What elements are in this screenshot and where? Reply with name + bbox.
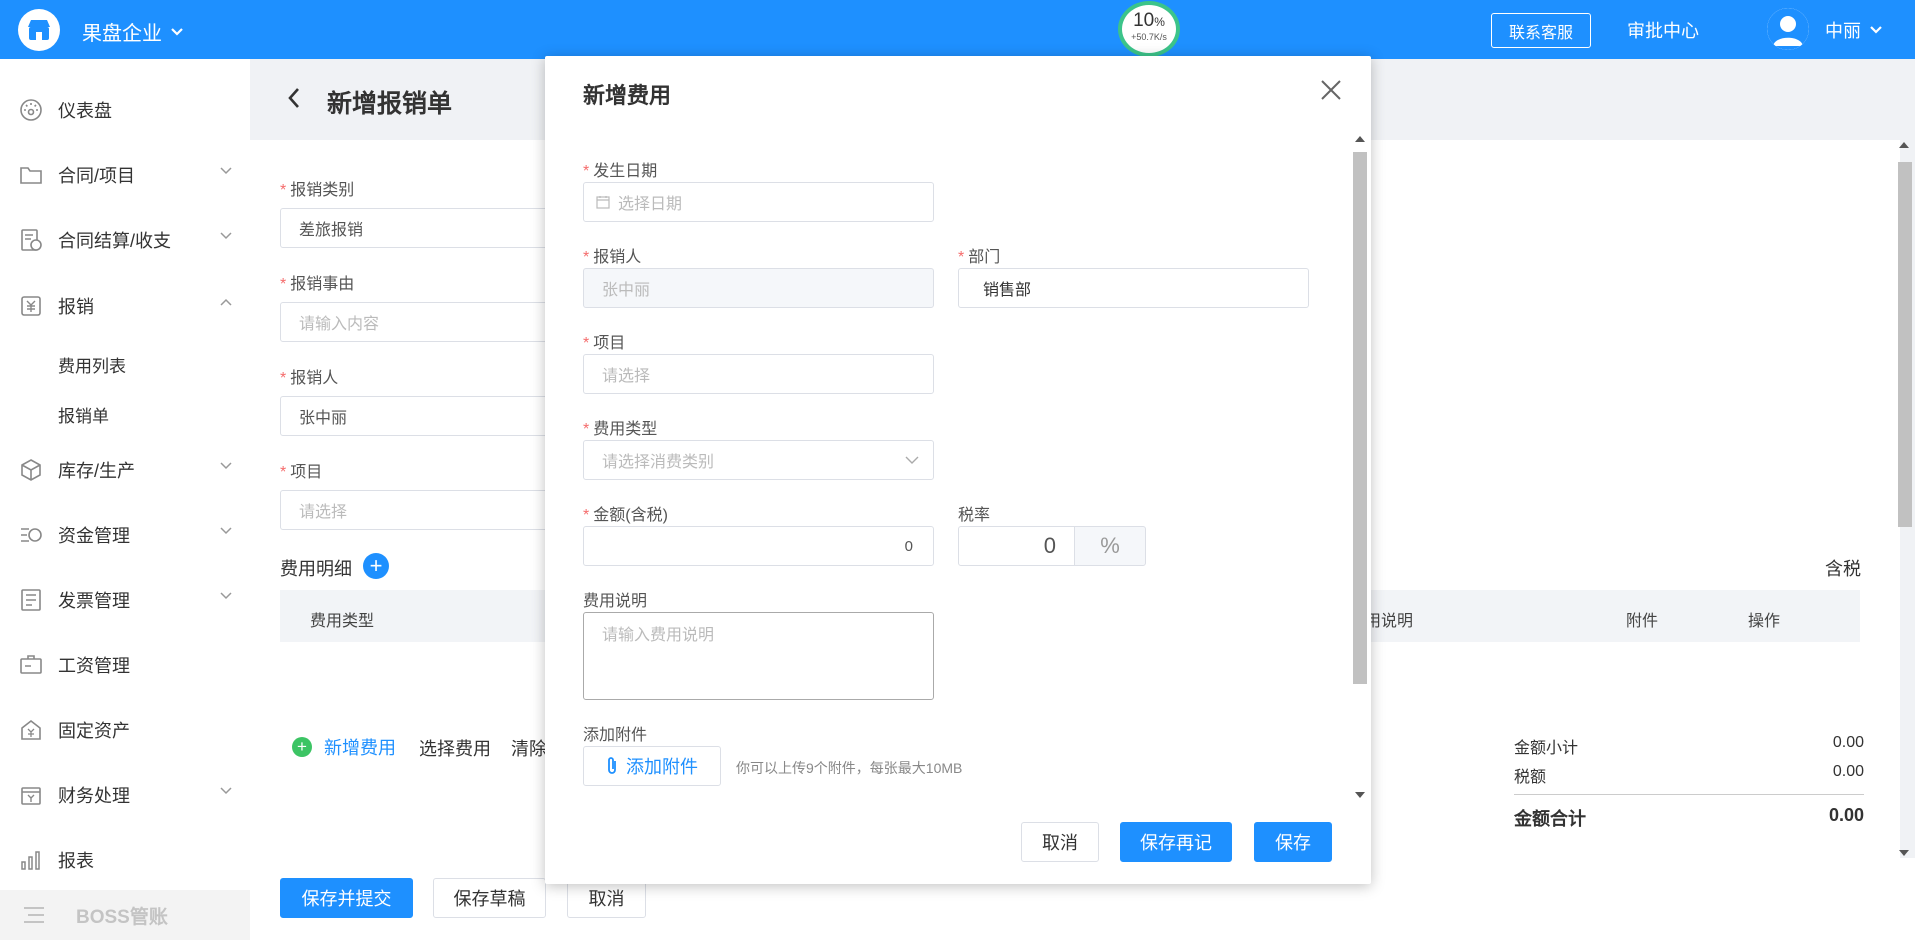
calendar-icon	[596, 196, 610, 209]
dialog-cancel-button[interactable]: 取消	[1021, 822, 1099, 862]
date-picker[interactable]: 选择日期	[583, 182, 934, 222]
dialog-scrollbar[interactable]	[1351, 134, 1367, 800]
close-icon[interactable]	[1317, 76, 1345, 104]
scroll-up-icon[interactable]	[1355, 136, 1365, 142]
paperclip-icon	[608, 757, 616, 774]
project-label: * 项目	[583, 335, 626, 352]
date-label: * 发生日期	[583, 163, 658, 180]
add-attachment-button[interactable]: 添加附件	[583, 746, 721, 786]
cost-type-select[interactable]: 请选择消费类别	[583, 440, 934, 480]
tax-rate-unit: %	[1074, 526, 1146, 566]
cost-type-label: * 费用类型	[583, 421, 658, 438]
add-attachment-label: 添加附件	[626, 757, 698, 777]
description-label: 费用说明	[583, 593, 648, 610]
scrollbar-thumb[interactable]	[1353, 152, 1367, 684]
date-placeholder: 选择日期	[618, 196, 683, 213]
tax-rate-label: 税率	[958, 507, 991, 524]
reimburser-label: * 报销人	[583, 249, 642, 266]
dialog-save-button[interactable]: 保存	[1254, 822, 1332, 862]
department-label: * 部门	[958, 249, 1001, 266]
add-cost-dialog: 新增费用 * 发生日期 选择日期 * 报销人 张中丽 * 部门 销售部 * 项目 请选择…	[545, 56, 1371, 884]
amount-label: * 金额(含税)	[583, 507, 668, 524]
scroll-down-icon[interactable]	[1355, 792, 1365, 798]
chevron-down-icon	[905, 456, 919, 464]
amount-input[interactable]: 0	[583, 526, 934, 566]
cost-type-placeholder: 请选择消费类别	[602, 454, 715, 471]
dialog-title: 新增费用	[583, 83, 672, 108]
description-textarea[interactable]: 请输入费用说明	[583, 612, 934, 700]
attachment-hint: 你可以上传9个附件，每张最大10MB	[736, 760, 963, 776]
attachment-label: 添加附件	[583, 727, 648, 744]
save-and-add-button[interactable]: 保存再记	[1120, 822, 1232, 862]
department-field[interactable]: 销售部	[958, 268, 1309, 308]
tax-rate-input[interactable]: 0	[958, 526, 1075, 566]
project-select[interactable]: 请选择	[583, 354, 934, 394]
reimburser-field: 张中丽	[583, 268, 934, 308]
